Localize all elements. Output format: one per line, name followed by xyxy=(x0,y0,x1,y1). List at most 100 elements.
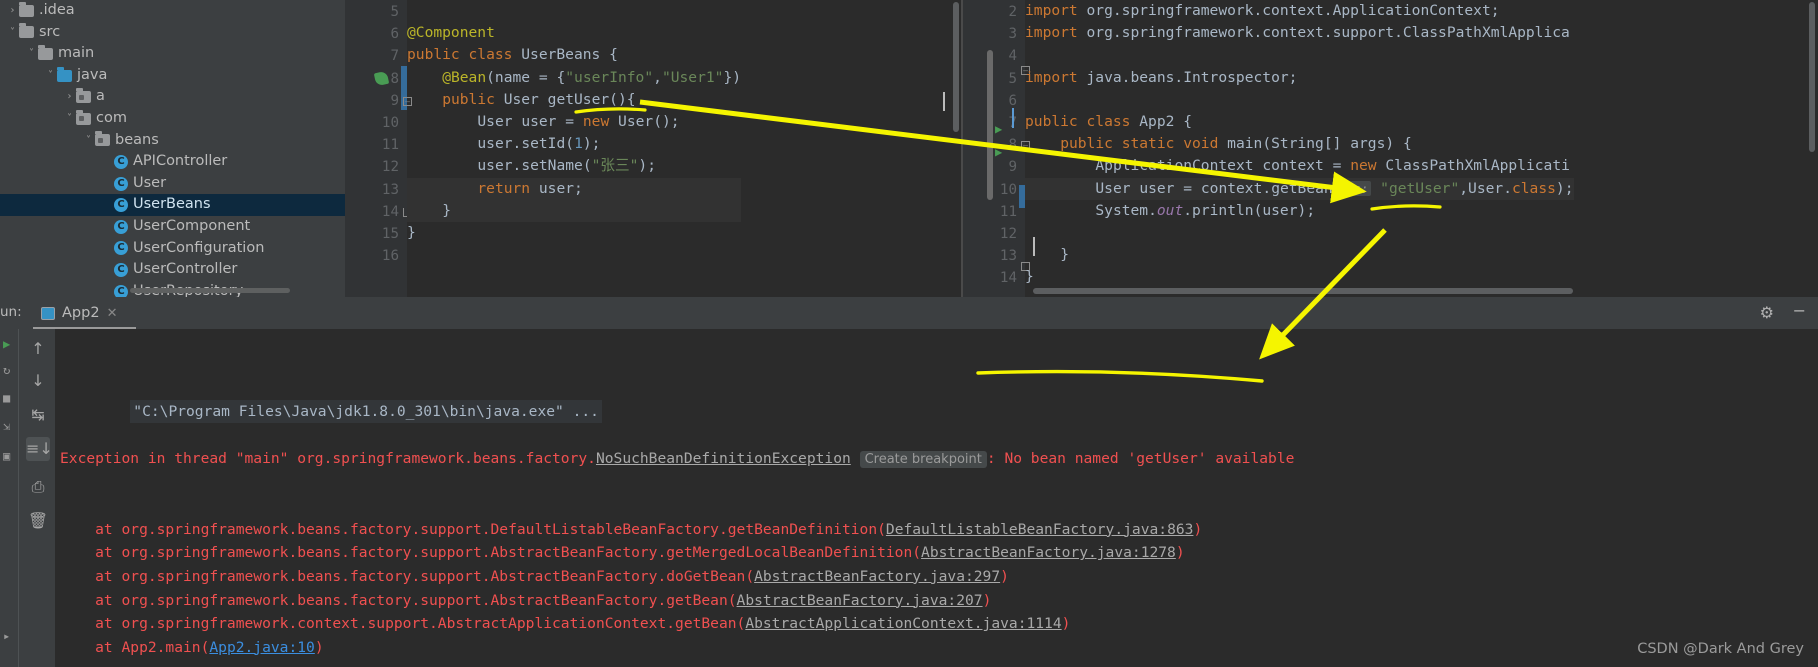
tree-item-label: UserController xyxy=(133,261,238,278)
code-line[interactable]: } xyxy=(1025,266,1574,288)
rerun-icon[interactable]: ▶ xyxy=(3,337,10,351)
run-panel-header: un: App2 ✕ ⚙ − xyxy=(0,297,1818,330)
minimize-icon[interactable]: − xyxy=(1793,301,1806,320)
code-line[interactable] xyxy=(407,244,741,266)
code-line[interactable]: System.out.println(user); xyxy=(1025,200,1574,222)
arrow-down-icon[interactable]: ↓ xyxy=(26,369,50,393)
code-line[interactable]: User user = context.getBean( s: "getUser… xyxy=(1025,177,1574,200)
chevron-down-icon[interactable]: ˅ xyxy=(63,108,76,130)
print-icon[interactable]: ⎙ xyxy=(26,475,50,499)
line-number: 12 xyxy=(999,226,1017,242)
code-line[interactable]: ApplicationContext context = new ClassPa… xyxy=(1025,155,1574,177)
project-tree[interactable]: › .idea ˅ src ˅ main ˅ java › a ˅ com ˅ beans C APICont… xyxy=(0,0,345,297)
tree-item-main[interactable]: ˅ main xyxy=(0,43,345,65)
run-tab-app2[interactable]: App2 ✕ xyxy=(33,297,125,329)
code-line[interactable]: @Component xyxy=(407,22,741,44)
expand-icon[interactable]: ▸ xyxy=(3,629,10,643)
tree-item-beans[interactable]: ˅ beans xyxy=(0,130,345,152)
code-line[interactable]: import java.beans.Introspector; xyxy=(1025,67,1574,89)
code-line[interactable]: public User getUser(){ xyxy=(407,89,741,111)
stack-frame-link[interactable]: AbstractApplicationContext.java:1114 xyxy=(745,615,1061,632)
code-line[interactable] xyxy=(407,0,741,22)
code-line[interactable]: public static void main(String[] args) { xyxy=(1025,133,1574,155)
code-line[interactable] xyxy=(1025,89,1574,111)
code-line[interactable]: User user = new User(); xyxy=(407,111,741,133)
tree-horizontal-scrollbar[interactable] xyxy=(130,288,290,293)
code-line[interactable] xyxy=(1025,44,1574,66)
stack-frame-link[interactable]: DefaultListableBeanFactory.java:863 xyxy=(886,521,1194,538)
code-line[interactable]: @Bean(name = {"userInfo","User1"}) xyxy=(407,67,741,89)
chevron-right-icon[interactable]: › xyxy=(63,86,76,108)
stack-frame-link[interactable]: AbstractBeanFactory.java:297 xyxy=(754,568,1000,585)
console-toolbar: ↑ ↓ ↹ ≡↓ ⎙ 🗑 xyxy=(18,329,55,667)
tree-item-label: UserComponent xyxy=(133,217,251,234)
soft-wrap-icon[interactable]: ↹ xyxy=(26,403,50,427)
editor-userbeans[interactable]: 5 6 7 8 9 10 11 12 13 14 15 16 – @Component public c… xyxy=(345,0,963,297)
code-line[interactable]: } xyxy=(1025,244,1574,266)
tree-item-userbeans[interactable]: C UserBeans xyxy=(0,194,345,216)
editor-right-gutter[interactable]: 234567891011121314 ▶ ▶ xyxy=(963,0,1025,297)
code-line[interactable] xyxy=(1025,222,1574,244)
tree-item-com[interactable]: ˅ com xyxy=(0,108,345,130)
line-number: 5 xyxy=(390,4,399,20)
tree-item-label: java xyxy=(77,66,108,83)
tree-item-java[interactable]: ˅ java xyxy=(0,65,345,87)
package-folder-icon xyxy=(76,109,91,125)
line-number: 4 xyxy=(1008,48,1017,65)
close-icon[interactable]: ✕ xyxy=(107,306,118,321)
exception-type-link[interactable]: NoSuchBeanDefinitionException xyxy=(596,450,851,467)
line-number: 13 xyxy=(999,248,1017,265)
stack-frame-link[interactable]: AbstractBeanFactory.java:207 xyxy=(737,592,983,609)
editor-right-hscrollbar[interactable] xyxy=(1033,288,1573,294)
editor-app2[interactable]: 234567891011121314 ▶ ▶ – – import org.sp… xyxy=(963,0,1818,297)
create-breakpoint-chip[interactable]: Create breakpoint xyxy=(859,450,987,468)
layout-icon[interactable]: ▣ xyxy=(3,449,10,463)
code-line[interactable]: return user; xyxy=(407,177,742,200)
stop-icon[interactable]: ■ xyxy=(3,391,10,405)
editor-left-gutter[interactable]: 5 6 7 8 9 10 11 12 13 14 15 16 xyxy=(345,0,407,297)
code-line[interactable]: public class App2 { xyxy=(1025,111,1574,133)
stack-frame-link[interactable]: App2.java:10 xyxy=(209,639,314,656)
code-line[interactable]: import org.springframework.context.Appli… xyxy=(1025,0,1574,22)
code-line[interactable]: user.setName("张三"); xyxy=(407,155,741,177)
stack-frame-link[interactable]: AbstractBeanFactory.java:1278 xyxy=(921,544,1176,561)
code-line[interactable]: } xyxy=(407,199,742,222)
chevron-right-icon[interactable]: › xyxy=(6,0,19,22)
editor-right-vscrollbar[interactable] xyxy=(1809,2,1815,152)
tree-item-usercomponent[interactable]: C UserComponent xyxy=(0,216,345,238)
run-class-gutter-icon[interactable]: ▶ xyxy=(995,118,1002,140)
tree-item-userconfiguration[interactable]: C UserConfiguration xyxy=(0,238,345,260)
editor-right-scrollbar[interactable] xyxy=(987,50,993,200)
line-number: 13 xyxy=(381,181,399,198)
gear-icon[interactable]: ⚙ xyxy=(1760,303,1774,322)
tree-item-apicontroller[interactable]: C APIController xyxy=(0,151,345,173)
tree-item-idea[interactable]: › .idea xyxy=(0,0,345,22)
tree-item-a[interactable]: › a xyxy=(0,86,345,108)
tree-item-user[interactable]: C User xyxy=(0,173,345,195)
chevron-down-icon[interactable]: ˅ xyxy=(82,130,95,152)
exception-message: : No bean named 'getUser' available xyxy=(986,449,1295,467)
source-folder-icon xyxy=(57,66,72,82)
console-command-line: "C:\Program Files\Java\jdk1.8.0_301\bin\… xyxy=(55,376,1818,424)
chevron-down-icon[interactable]: ˅ xyxy=(6,22,19,44)
trash-icon[interactable]: 🗑 xyxy=(26,509,50,533)
code-line[interactable]: user.setId(1); xyxy=(407,133,741,155)
arrow-up-icon[interactable]: ↑ xyxy=(26,337,50,361)
editor-left-scrollbar[interactable] xyxy=(953,2,959,132)
tree-item-usercontroller[interactable]: C UserController xyxy=(0,259,345,281)
console-output[interactable]: "C:\Program Files\Java\jdk1.8.0_301\bin\… xyxy=(55,329,1818,667)
rerun-failed-icon[interactable]: ↻ xyxy=(3,363,10,377)
scroll-to-end-icon[interactable]: ≡↓ xyxy=(26,437,53,461)
tree-item-label: com xyxy=(96,109,127,126)
code-line[interactable]: import org.springframework.context.suppo… xyxy=(1025,22,1574,44)
export-icon[interactable]: ⇲ xyxy=(3,419,10,433)
tree-item-label: a xyxy=(96,88,105,105)
tree-item-label: UserBeans xyxy=(133,196,211,213)
code-line[interactable]: public class UserBeans { xyxy=(407,44,741,66)
code-line[interactable]: } xyxy=(407,222,741,244)
stack-frame-text: at org.springframework.context.support.A… xyxy=(60,615,746,633)
tree-item-src[interactable]: ˅ src xyxy=(0,22,345,44)
run-method-gutter-icon[interactable]: ▶ xyxy=(995,141,1002,163)
chevron-down-icon[interactable]: ˅ xyxy=(25,43,38,65)
chevron-down-icon[interactable]: ˅ xyxy=(44,65,57,87)
